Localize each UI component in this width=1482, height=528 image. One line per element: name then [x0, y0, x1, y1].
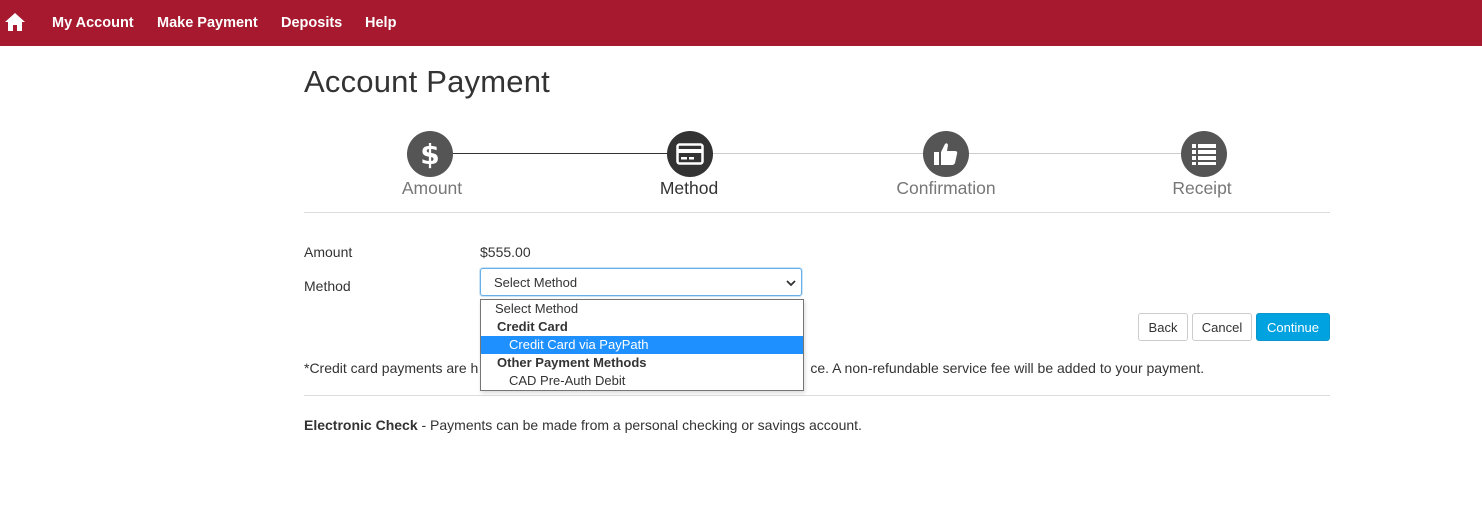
step-confirmation-circle: [923, 131, 969, 177]
step-confirmation-label: Confirmation: [896, 178, 996, 198]
step-method-circle: [667, 131, 713, 177]
step-method-label: Method: [659, 178, 719, 198]
back-button[interactable]: Back: [1138, 313, 1188, 341]
step-connector-3: [969, 153, 1181, 154]
thumbs-up-icon: [934, 143, 958, 165]
steps-divider: [304, 212, 1330, 213]
option-credit-card-paypath[interactable]: Credit Card via PayPath: [481, 336, 803, 354]
notes-divider: [304, 395, 1330, 396]
step-amount-circle: $: [407, 131, 453, 177]
credit-card-note-prefix: *Credit card payments are h: [304, 360, 479, 376]
nav-make-payment[interactable]: Make Payment: [157, 15, 258, 31]
option-cad-pre-auth-debit[interactable]: CAD Pre-Auth Debit: [481, 372, 803, 390]
electronic-check-note: Electronic Check - Payments can be made …: [304, 417, 862, 433]
svg-text:$: $: [420, 139, 439, 169]
amount-value: $555.00: [480, 244, 531, 260]
list-icon: [1192, 144, 1216, 165]
electronic-check-title: Electronic Check: [304, 417, 418, 433]
continue-button[interactable]: Continue: [1256, 313, 1330, 341]
method-select[interactable]: Select Method: [480, 268, 802, 296]
nav-help[interactable]: Help: [365, 15, 396, 31]
nav-my-account[interactable]: My Account: [52, 15, 134, 31]
method-dropdown-list: Select Method Credit Card Credit Card vi…: [480, 299, 804, 391]
step-connector-1: [453, 153, 667, 154]
optgroup-credit-card: Credit Card: [497, 319, 568, 334]
page-title: Account Payment: [304, 64, 550, 99]
credit-card-note-suffix: ce. A non-refundable service fee will be…: [810, 360, 1205, 376]
electronic-check-text: - Payments can be made from a personal c…: [417, 417, 862, 433]
credit-card-icon: [676, 143, 704, 165]
cancel-button[interactable]: Cancel: [1192, 313, 1252, 341]
optgroup-other-methods: Other Payment Methods: [497, 355, 647, 370]
method-label: Method: [304, 278, 351, 294]
step-amount-label: Amount: [401, 178, 463, 198]
amount-label: Amount: [304, 244, 353, 260]
step-receipt-circle: [1181, 131, 1227, 177]
step-receipt-label: Receipt: [1172, 178, 1232, 198]
chevron-down-icon: [786, 280, 796, 287]
method-select-value: Select Method: [494, 275, 578, 290]
top-navbar: My Account Make Payment Deposits Help: [0, 0, 1482, 46]
dollar-icon: $: [420, 139, 439, 169]
nav-deposits[interactable]: Deposits: [281, 15, 342, 31]
option-select-method[interactable]: Select Method: [481, 300, 803, 318]
home-icon[interactable]: [4, 12, 26, 32]
step-connector-2: [713, 153, 923, 154]
